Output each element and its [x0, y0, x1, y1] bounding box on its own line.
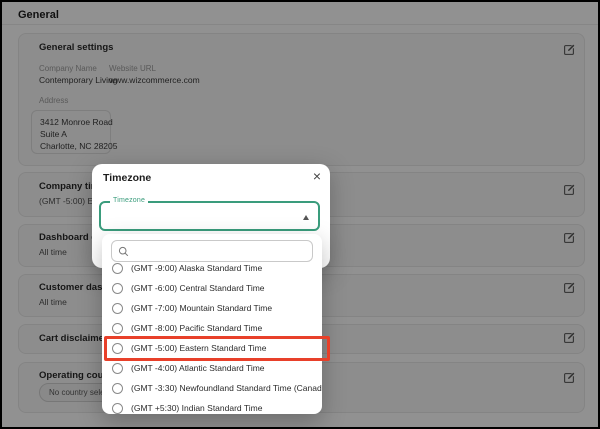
radio-icon [112, 342, 123, 354]
timezone-option[interactable]: (GMT -4:00) Atlantic Standard Time [102, 358, 322, 378]
radio-icon [112, 382, 123, 394]
radio-icon [112, 262, 123, 274]
settings-window: General General settings Company Name Co… [0, 0, 600, 429]
search-icon [118, 246, 129, 256]
search-input[interactable] [134, 246, 306, 256]
radio-icon [112, 402, 123, 414]
timezone-option[interactable]: (GMT -3:30) Newfoundland Standard Time (… [102, 378, 322, 398]
timezone-option[interactable]: (GMT -8:00) Pacific Standard Time [102, 318, 322, 338]
radio-icon [112, 322, 123, 334]
radio-icon [112, 302, 123, 314]
modal-title: Timezone [103, 172, 152, 184]
timezone-option[interactable]: (GMT +5:30) Indian Standard Time [102, 398, 322, 414]
timezone-option[interactable]: (GMT -9:00) Alaska Standard Time [102, 258, 322, 278]
timezone-option[interactable]: (GMT -6:00) Central Standard Time [102, 278, 322, 298]
timezone-option[interactable]: (GMT -7:00) Mountain Standard Time [102, 298, 322, 318]
timezone-select-label: Timezone [110, 197, 149, 204]
chevron-up-icon [303, 215, 309, 220]
timezone-select[interactable]: Timezone [99, 197, 320, 231]
close-icon[interactable]: × [313, 168, 321, 184]
timezone-option-list: (GMT -9:00) Alaska Standard Time (GMT -6… [102, 258, 322, 414]
timezone-dropdown: (GMT -9:00) Alaska Standard Time (GMT -6… [102, 234, 322, 414]
radio-icon [112, 362, 123, 374]
timezone-option-highlighted[interactable]: (GMT -5:00) Eastern Standard Time [102, 338, 322, 358]
radio-icon [112, 282, 123, 294]
